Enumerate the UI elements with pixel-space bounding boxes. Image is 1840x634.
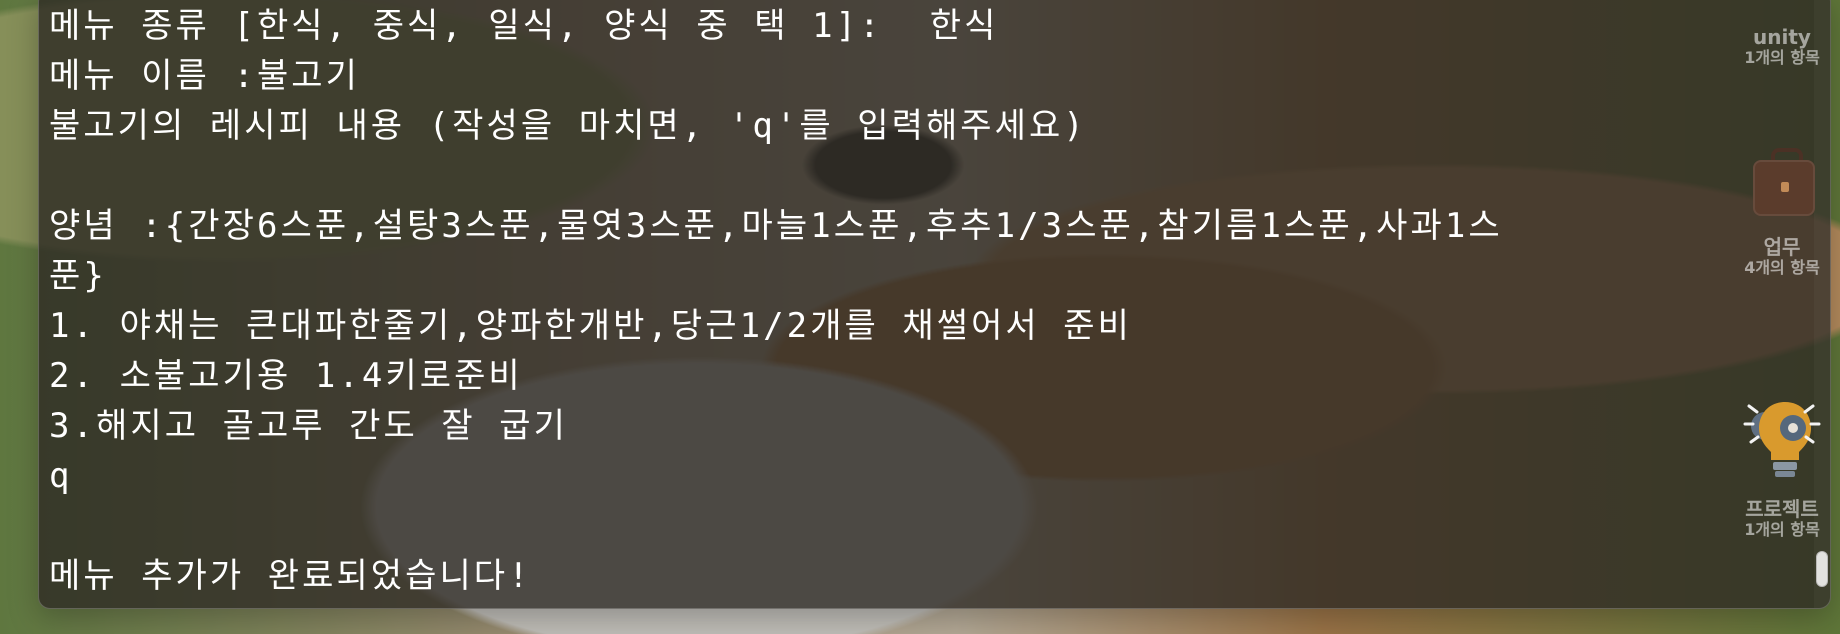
terminal-line: 푼} bbox=[49, 256, 107, 296]
terminal-line: q bbox=[49, 456, 73, 496]
desktop-item-label: 프로젝트 bbox=[1745, 497, 1819, 521]
terminal-window: 메뉴 종류 [한식, 중식, 일식, 양식 중 택 1]: 한식 메뉴 이름 :… bbox=[38, 0, 1831, 609]
desktop-item-unity[interactable]: unity 1개의 항목 bbox=[1732, 26, 1832, 68]
desktop-item-label: 업무 bbox=[1763, 235, 1801, 259]
scrollbar-thumb[interactable] bbox=[1816, 551, 1828, 587]
desktop: { "terminal": { "lines": [ "메뉴 종류 [한식, 중… bbox=[0, 0, 1840, 634]
desktop-item-count: 1개의 항목 bbox=[1744, 520, 1820, 539]
desktop-item-label: unity bbox=[1753, 25, 1811, 49]
terminal-line: 양념 :{간장6스푼,설탕3스푼,물엿3스푼,마늘1스푼,후추1/3스푼,참기름… bbox=[49, 206, 1503, 246]
terminal-line: 1. 야채는 큰대파한줄기,양파한개반,당근1/2개를 채썰어서 준비 bbox=[49, 306, 1132, 346]
lightbulb-gear-icon bbox=[1737, 390, 1827, 486]
briefcase-clasp bbox=[1781, 182, 1789, 192]
terminal-line: 3.해지고 골고루 간도 잘 굽기 bbox=[49, 406, 568, 446]
terminal-line: 메뉴 추가가 완료되었습니다! bbox=[49, 556, 532, 591]
terminal-line: 2. 소불고기용 1.4키로준비 bbox=[49, 356, 523, 396]
terminal-line: 메뉴 이름 :불고기 bbox=[49, 56, 360, 96]
desktop-item-count: 4개의 항목 bbox=[1744, 258, 1820, 277]
desktop-item-project[interactable]: 프로젝트 1개의 항목 bbox=[1732, 390, 1832, 540]
briefcase-icon bbox=[1747, 142, 1817, 220]
terminal-output: 메뉴 종류 [한식, 중식, 일식, 양식 중 택 1]: 한식 메뉴 이름 :… bbox=[49, 1, 1809, 591]
desktop-item-count: 1개의 항목 bbox=[1744, 48, 1820, 67]
desktop-item-work[interactable]: 업무 4개의 항목 bbox=[1732, 142, 1832, 278]
terminal-line: 메뉴 종류 [한식, 중식, 일식, 양식 중 택 1]: 한식 bbox=[49, 6, 999, 46]
terminal-line: 불고기의 레시피 내용 (작성을 마치면, 'q'를 입력해주세요) bbox=[49, 106, 1087, 146]
